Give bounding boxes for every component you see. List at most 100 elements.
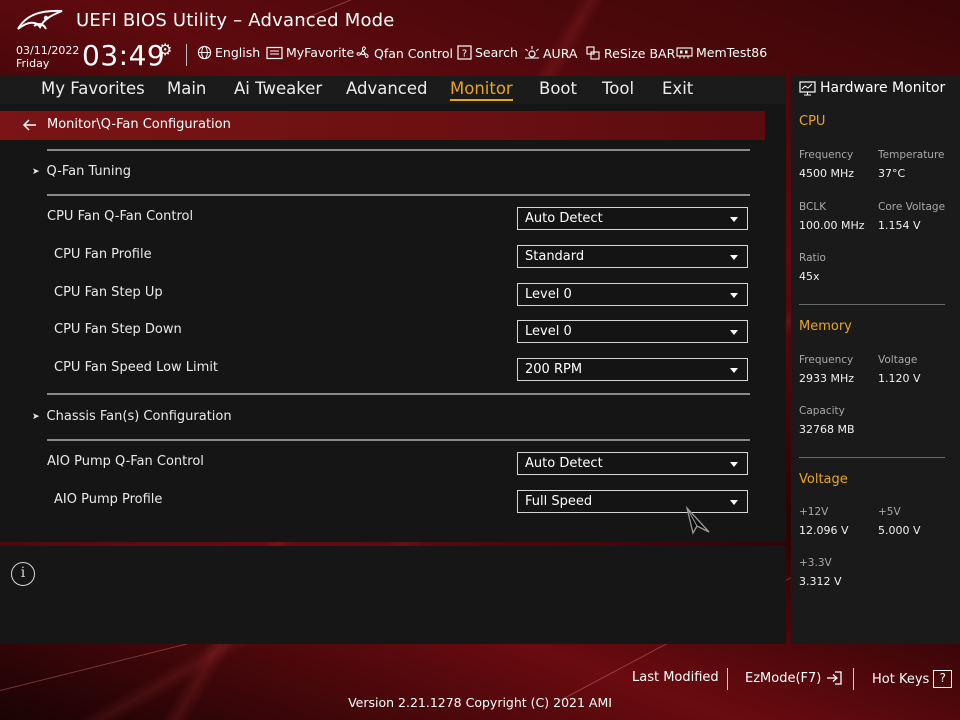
- hot-keys-button[interactable]: Hot Keys ?: [872, 670, 953, 688]
- language-button[interactable]: English: [197, 45, 260, 60]
- cpu-fan-speed-low-value: 200 RPM: [525, 362, 583, 377]
- chevron-down-icon: [730, 255, 738, 260]
- memory-heading: Memory: [799, 319, 852, 334]
- hardware-monitor-label: Hardware Monitor: [820, 80, 946, 96]
- resize-bar-button[interactable]: ReSize BAR: [585, 45, 675, 61]
- cpu-fan-step-down-select[interactable]: Level 0: [517, 320, 748, 343]
- cpu-frequency-value: 4500 MHz: [799, 167, 855, 180]
- aio-pump-control-select[interactable]: Auto Detect: [517, 452, 748, 475]
- myfavorite-button[interactable]: MyFavorite: [266, 45, 354, 60]
- exit-arrow-icon: [827, 671, 843, 685]
- cpu-fan-profile-select[interactable]: Standard: [517, 245, 748, 268]
- memory-voltage-label: Voltage: [878, 354, 918, 366]
- cpu-fan-speed-low-label: CPU Fan Speed Low Limit: [54, 360, 219, 375]
- search-icon: ?: [457, 45, 472, 60]
- hardware-monitor-title: Hardware Monitor: [799, 80, 945, 96]
- qfan-tuning-label: Q-Fan Tuning: [46, 164, 132, 179]
- divider: [47, 194, 750, 196]
- qfan-tuning-item[interactable]: ➤ Q-Fan Tuning: [32, 164, 131, 179]
- aura-button[interactable]: AURA: [524, 45, 577, 61]
- v33-label: +3.3V: [799, 557, 832, 569]
- memory-frequency-value: 2933 MHz: [799, 372, 855, 385]
- memtest-label: MemTest86: [696, 45, 768, 60]
- rog-logo-icon: [17, 9, 63, 30]
- tab-tool[interactable]: Tool: [602, 79, 634, 98]
- footer: Last Modified EzMode(F7) Hot Keys ? Vers…: [0, 644, 960, 720]
- tab-advanced[interactable]: Advanced: [346, 79, 428, 98]
- qfan-control-button[interactable]: Qfan Control: [355, 45, 453, 61]
- clock-settings-gear-icon[interactable]: ⚙: [158, 40, 172, 59]
- v12-label: +12V: [799, 506, 829, 518]
- cpu-fan-control-label: CPU Fan Q-Fan Control: [47, 209, 194, 224]
- footer-divider: [853, 668, 854, 690]
- cpu-fan-control-value: Auto Detect: [525, 211, 603, 226]
- chassis-fans-label: Chassis Fan(s) Configuration: [46, 409, 232, 424]
- tab-exit[interactable]: Exit: [662, 79, 693, 98]
- tab-my-favorites[interactable]: My Favorites: [41, 79, 145, 98]
- chevron-down-icon: [730, 330, 738, 335]
- cpu-fan-control-select[interactable]: Auto Detect: [517, 207, 748, 230]
- memtest-button[interactable]: MemTest86: [676, 45, 767, 60]
- breadcrumb-path: Monitor\Q-Fan Configuration: [47, 117, 231, 132]
- breadcrumb: Monitor\Q-Fan Configuration: [0, 111, 765, 140]
- main-nav: My Favorites Main Ai Tweaker Advanced Mo…: [0, 76, 786, 104]
- cpu-frequency-label: Frequency: [799, 149, 854, 161]
- tab-main[interactable]: Main: [167, 79, 206, 98]
- v12-value: 12.096 V: [799, 524, 849, 537]
- hardware-monitor-panel: Hardware Monitor CPU Frequency 4500 MHz …: [791, 76, 960, 644]
- resize-bar-icon: [586, 46, 600, 60]
- ezmode-label: EzMode(F7): [745, 670, 822, 686]
- cpu-heading: CPU: [799, 114, 826, 129]
- chevron-down-icon: [730, 293, 738, 298]
- expand-arrow-icon: ➤: [32, 166, 40, 177]
- last-modified-button[interactable]: Last Modified: [632, 670, 719, 685]
- day-text: Friday: [16, 57, 50, 70]
- voltage-heading: Voltage: [799, 472, 848, 487]
- info-icon: i: [11, 562, 35, 586]
- toolbar: 03/11/2022 Friday 03:49 ⚙ English MyFavo…: [0, 39, 960, 76]
- aio-pump-profile-value: Full Speed: [525, 494, 593, 509]
- footer-divider: [727, 668, 728, 690]
- v5-label: +5V: [878, 506, 901, 518]
- chevron-down-icon: [730, 368, 738, 373]
- chevron-down-icon: [730, 500, 738, 505]
- cpu-fan-speed-low-select[interactable]: 200 RPM: [517, 358, 748, 381]
- date-text: 03/11/2022: [16, 44, 80, 57]
- language-label: English: [215, 45, 261, 60]
- back-arrow-icon[interactable]: [22, 117, 38, 133]
- memory-capacity-value: 32768 MB: [799, 423, 855, 436]
- globe-icon: [197, 45, 212, 60]
- aio-pump-profile-select[interactable]: Full Speed: [517, 490, 748, 513]
- cpu-fan-step-down-value: Level 0: [525, 324, 572, 339]
- app-title: UEFI BIOS Utility – Advanced Mode: [76, 10, 395, 31]
- help-panel: i: [0, 546, 786, 644]
- aura-label: AURA: [543, 45, 578, 61]
- aura-icon: [525, 46, 539, 59]
- cpu-fan-step-up-select[interactable]: Level 0: [517, 283, 748, 306]
- hot-keys-label: Hot Keys: [872, 671, 930, 687]
- ezmode-button[interactable]: EzMode(F7): [745, 670, 843, 686]
- last-modified-label: Last Modified: [632, 670, 719, 685]
- chassis-fans-item[interactable]: ➤ Chassis Fan(s) Configuration: [32, 409, 232, 424]
- search-button[interactable]: ? Search: [457, 45, 518, 60]
- cpu-fan-step-up-value: Level 0: [525, 287, 572, 302]
- qfan-control-label: Qfan Control: [374, 45, 453, 61]
- bclk-label: BCLK: [799, 201, 827, 213]
- myfavorite-icon: [266, 46, 283, 59]
- tab-ai-tweaker[interactable]: Ai Tweaker: [234, 79, 322, 98]
- divider: [47, 393, 750, 395]
- tab-monitor[interactable]: Monitor: [450, 79, 513, 101]
- aio-pump-control-label: AIO Pump Q-Fan Control: [47, 454, 204, 469]
- aio-pump-control-value: Auto Detect: [525, 456, 603, 471]
- tab-boot[interactable]: Boot: [539, 79, 577, 98]
- divider: [47, 439, 750, 441]
- core-voltage-value: 1.154 V: [878, 219, 921, 232]
- cpu-temperature-label: Temperature: [878, 149, 945, 161]
- chevron-down-icon: [730, 217, 738, 222]
- memtest-icon: [676, 47, 693, 59]
- divider: [799, 304, 945, 305]
- memory-capacity-label: Capacity: [799, 405, 845, 417]
- divider: [799, 457, 945, 458]
- fan-icon: [356, 46, 369, 59]
- myfavorite-label: MyFavorite: [286, 45, 355, 60]
